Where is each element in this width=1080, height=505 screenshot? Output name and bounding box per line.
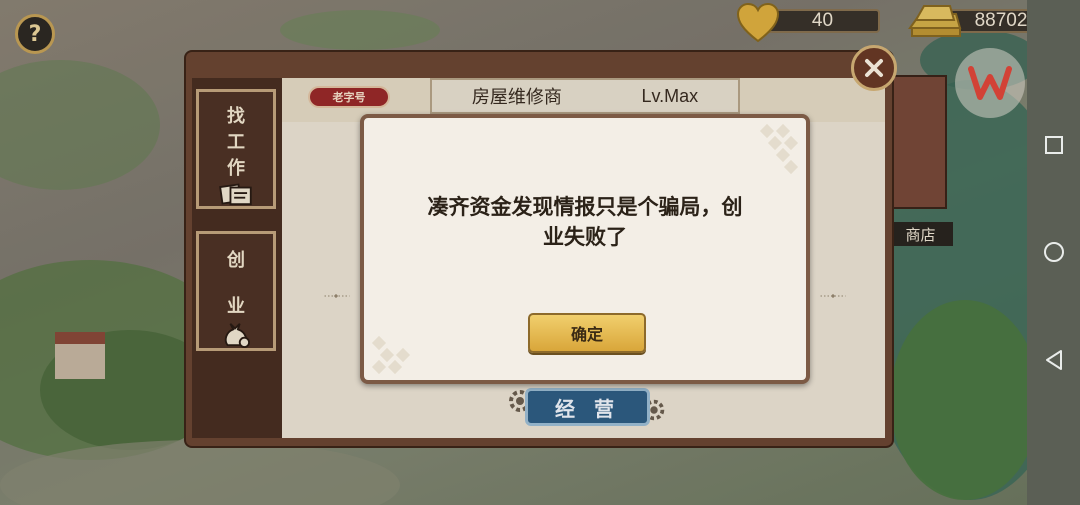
nav-recents-button[interactable]	[1027, 125, 1080, 165]
dialog-pattern-bottom-left	[371, 335, 411, 375]
confirm-button[interactable]: 确定	[528, 313, 646, 353]
nav-back-icon	[1045, 350, 1062, 370]
nav-back-button[interactable]	[1027, 340, 1080, 380]
result-dialog: 凑齐资金发现情报只是个骗局，创 业失败了 确定	[360, 114, 810, 384]
nav-recents-icon	[1044, 136, 1063, 154]
dialog-pattern-top-right	[759, 123, 799, 175]
nav-home-icon	[1043, 242, 1064, 262]
dialog-message-line1: 凑齐资金发现情报只是个骗局，创	[427, 195, 743, 219]
dialog-message: 凑齐资金发现情报只是个骗局，创 业失败了	[394, 192, 776, 252]
system-nav-bar	[1027, 0, 1080, 505]
confirm-button-label: 确定	[570, 325, 603, 344]
dialog-message-line2: 业失败了	[543, 225, 627, 249]
nav-home-button[interactable]	[1027, 232, 1080, 272]
